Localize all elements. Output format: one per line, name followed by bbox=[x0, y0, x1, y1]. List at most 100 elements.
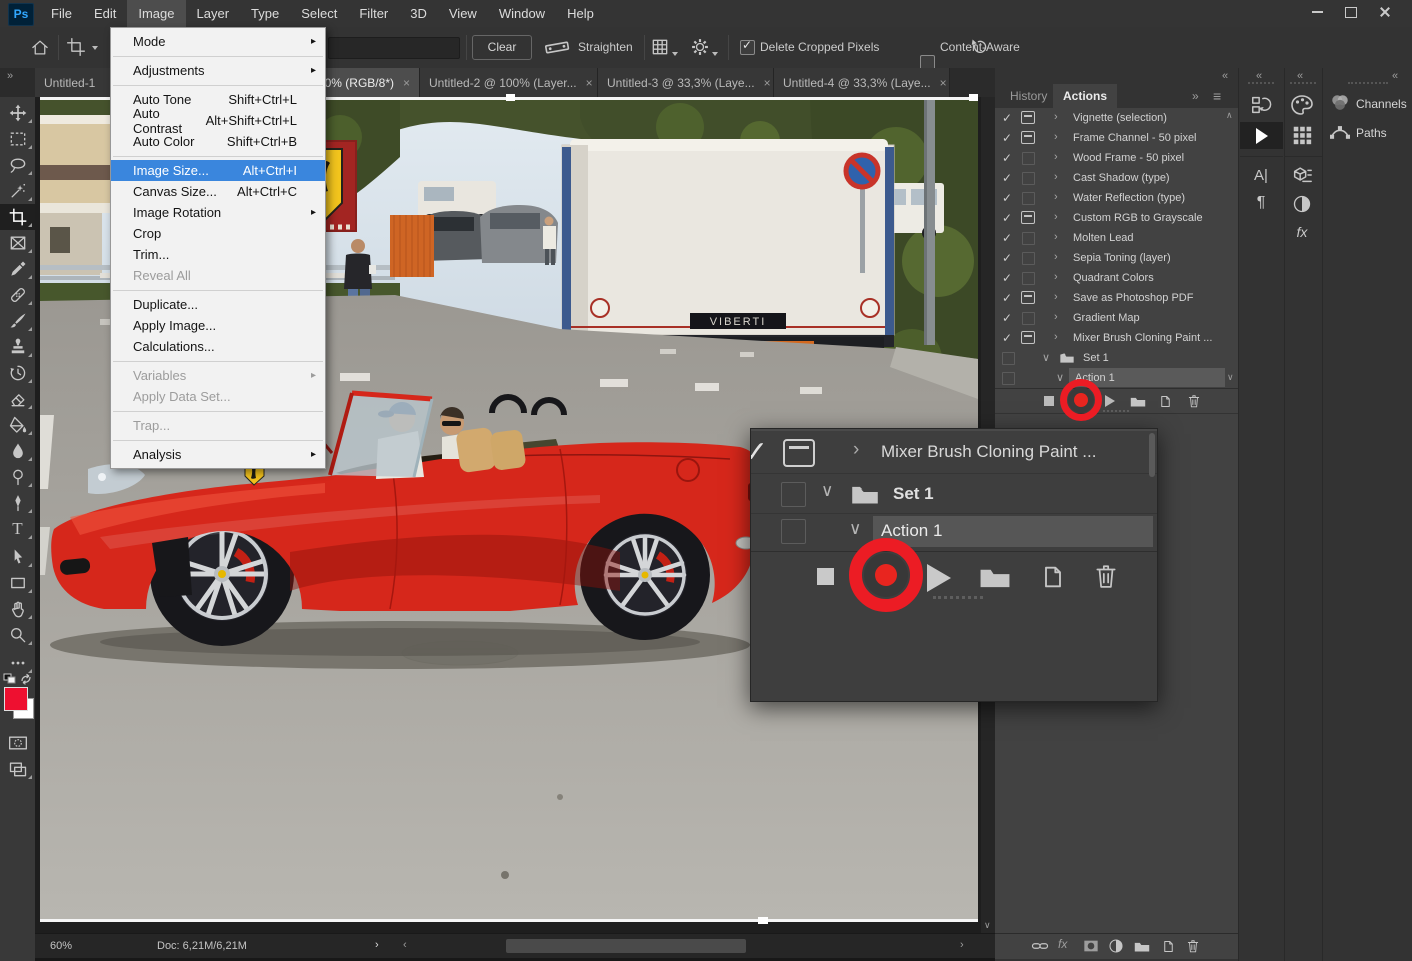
action-row[interactable]: ✓›Sepia Toning (layer) bbox=[995, 248, 1238, 269]
hand-tool[interactable] bbox=[0, 596, 35, 622]
eyedropper-tool[interactable] bbox=[0, 256, 35, 282]
menu-item-mode[interactable]: Mode▸ bbox=[111, 31, 325, 52]
straighten-icon[interactable] bbox=[543, 38, 571, 61]
menu-item-crop[interactable]: Crop bbox=[111, 223, 325, 244]
play-button[interactable] bbox=[1105, 395, 1115, 407]
menu-item-adjustments[interactable]: Adjustments▸ bbox=[111, 60, 325, 81]
clone-stamp-tool[interactable] bbox=[0, 334, 35, 360]
action-row[interactable]: ✓›Custom RGB to Grayscale bbox=[995, 208, 1238, 229]
actions-panel-icon[interactable] bbox=[1240, 122, 1283, 149]
menu-item-auto-contrast[interactable]: Auto ContrastAlt+Shift+Ctrl+L bbox=[111, 110, 325, 131]
maximize-button[interactable] bbox=[1334, 0, 1368, 24]
scroll-up-icon[interactable]: ∧ bbox=[1226, 110, 1233, 121]
menu-item-apply-image[interactable]: Apply Image... bbox=[111, 315, 325, 336]
paths-label[interactable]: Paths bbox=[1356, 126, 1387, 140]
dialog-toggle-icon[interactable] bbox=[783, 439, 815, 467]
panel-collapse-icon[interactable]: « bbox=[1222, 70, 1228, 82]
scroll-down-icon[interactable]: ∨ bbox=[984, 920, 991, 931]
frame-tool[interactable] bbox=[0, 230, 35, 256]
panel-resize-grip[interactable] bbox=[933, 596, 983, 603]
crop-preset-caret[interactable] bbox=[92, 46, 98, 50]
channels-label[interactable]: Channels bbox=[1356, 97, 1407, 111]
status-expand-icon[interactable]: › bbox=[375, 939, 379, 951]
move-tool[interactable] bbox=[0, 100, 35, 126]
new-group-icon[interactable] bbox=[1133, 940, 1151, 953]
history-brush-tool[interactable] bbox=[0, 360, 35, 386]
new-action-button[interactable] bbox=[1158, 394, 1173, 409]
dodge-tool[interactable] bbox=[0, 464, 35, 490]
delete-layer-icon[interactable] bbox=[1186, 938, 1200, 954]
action-row[interactable]: ✓›Gradient Map bbox=[995, 308, 1238, 329]
menu-layer[interactable]: Layer bbox=[186, 0, 241, 27]
collapse-icon[interactable]: ∨ bbox=[849, 519, 861, 539]
rail2-collapse-icon[interactable]: « bbox=[1297, 70, 1303, 82]
character-panel-icon[interactable]: A| bbox=[1246, 163, 1276, 187]
screen-mode-icon[interactable] bbox=[0, 756, 35, 782]
3d-panel-icon[interactable] bbox=[1287, 162, 1317, 188]
new-layer-icon[interactable] bbox=[1161, 939, 1176, 954]
menu-item-auto-color[interactable]: Auto ColorShift+Ctrl+B bbox=[111, 131, 325, 152]
menu-filter[interactable]: Filter bbox=[348, 0, 399, 27]
action-row[interactable]: ✓›Water Reflection (type) bbox=[995, 188, 1238, 209]
menu-3d[interactable]: 3D bbox=[399, 0, 438, 27]
shape-tool[interactable] bbox=[0, 570, 35, 596]
menu-edit[interactable]: Edit bbox=[83, 0, 127, 27]
home-icon[interactable] bbox=[30, 38, 50, 62]
adjustment-layer-icon[interactable] bbox=[1108, 938, 1124, 954]
close-button[interactable] bbox=[1368, 0, 1402, 24]
panel-menu-icon[interactable]: ≡ bbox=[1213, 88, 1221, 104]
overlay-scrollbar-thumb[interactable] bbox=[1149, 433, 1155, 477]
menu-help[interactable]: Help bbox=[556, 0, 605, 27]
crop-size-field[interactable] bbox=[328, 37, 460, 59]
lasso-tool[interactable] bbox=[0, 152, 35, 178]
new-set-button[interactable] bbox=[1129, 395, 1147, 408]
menu-view[interactable]: View bbox=[438, 0, 488, 27]
tab-close-icon[interactable]: × bbox=[403, 76, 410, 90]
action-set-row[interactable]: ∨Set 1 bbox=[995, 348, 1238, 369]
paragraph-panel-icon[interactable]: ¶ bbox=[1246, 191, 1276, 215]
tab-untitled-2[interactable]: Untitled-2 @ 100% (Layer...× bbox=[420, 68, 598, 97]
reset-icon[interactable] bbox=[968, 37, 988, 62]
crop-tool-icon[interactable] bbox=[66, 37, 86, 62]
menu-item-image-size[interactable]: Image Size...Alt+Ctrl+I bbox=[111, 160, 325, 181]
panel-expand-icon[interactable]: » bbox=[1192, 89, 1199, 103]
menu-type[interactable]: Type bbox=[240, 0, 290, 27]
menu-select[interactable]: Select bbox=[290, 0, 348, 27]
tab-history[interactable]: History bbox=[1000, 84, 1057, 108]
toggle-box[interactable] bbox=[781, 519, 806, 544]
delete-cropped-pixels-label[interactable]: Delete Cropped Pixels bbox=[760, 27, 879, 68]
action-row[interactable]: ✓›Wood Frame - 50 pixel bbox=[995, 148, 1238, 169]
overlay-action-row[interactable]: ✓ › Mixer Brush Cloning Paint ... bbox=[751, 433, 1157, 474]
rail3-collapse-icon[interactable]: « bbox=[1392, 70, 1398, 82]
minimize-button[interactable] bbox=[1300, 0, 1334, 24]
action-row[interactable]: ✓›Cast Shadow (type) bbox=[995, 168, 1238, 189]
straighten-label[interactable]: Straighten bbox=[578, 27, 633, 68]
crop-handle-top-center[interactable] bbox=[506, 94, 515, 101]
new-action-button[interactable] bbox=[1039, 563, 1067, 591]
menu-item-image-rotation[interactable]: Image Rotation▸ bbox=[111, 202, 325, 223]
rail1-collapse-icon[interactable]: « bbox=[1256, 70, 1262, 82]
expand-icon[interactable]: › bbox=[853, 439, 859, 461]
quick-selection-tool[interactable] bbox=[0, 178, 35, 204]
tab-close-icon[interactable]: × bbox=[586, 76, 593, 90]
marquee-tool[interactable] bbox=[0, 126, 35, 152]
channels-icon[interactable] bbox=[1328, 92, 1352, 114]
menu-item-canvas-size[interactable]: Canvas Size...Alt+Ctrl+C bbox=[111, 181, 325, 202]
zoom-tool[interactable] bbox=[0, 622, 35, 648]
tab-close-icon[interactable]: × bbox=[764, 76, 771, 90]
zoom-level[interactable]: 60% bbox=[50, 940, 72, 952]
action-row[interactable]: ✓›Molten Lead bbox=[995, 228, 1238, 249]
link-layers-icon[interactable] bbox=[1031, 940, 1049, 952]
delete-button[interactable] bbox=[1093, 561, 1119, 591]
action-row[interactable]: ✓›Mixer Brush Cloning Paint ... bbox=[995, 328, 1238, 349]
styles-panel-icon[interactable]: fx bbox=[1289, 220, 1315, 244]
crop-handle-bottom[interactable] bbox=[758, 917, 768, 924]
overlay-grid-icon[interactable] bbox=[650, 37, 670, 62]
crop-handle-top-right[interactable] bbox=[969, 94, 978, 101]
color-panel-icon[interactable] bbox=[1287, 92, 1317, 118]
tab-close-icon[interactable]: × bbox=[940, 76, 947, 90]
menu-item-calculations[interactable]: Calculations... bbox=[111, 336, 325, 357]
pen-tool[interactable] bbox=[0, 490, 35, 516]
new-set-button[interactable] bbox=[977, 564, 1013, 590]
menu-image[interactable]: Image bbox=[127, 0, 185, 27]
